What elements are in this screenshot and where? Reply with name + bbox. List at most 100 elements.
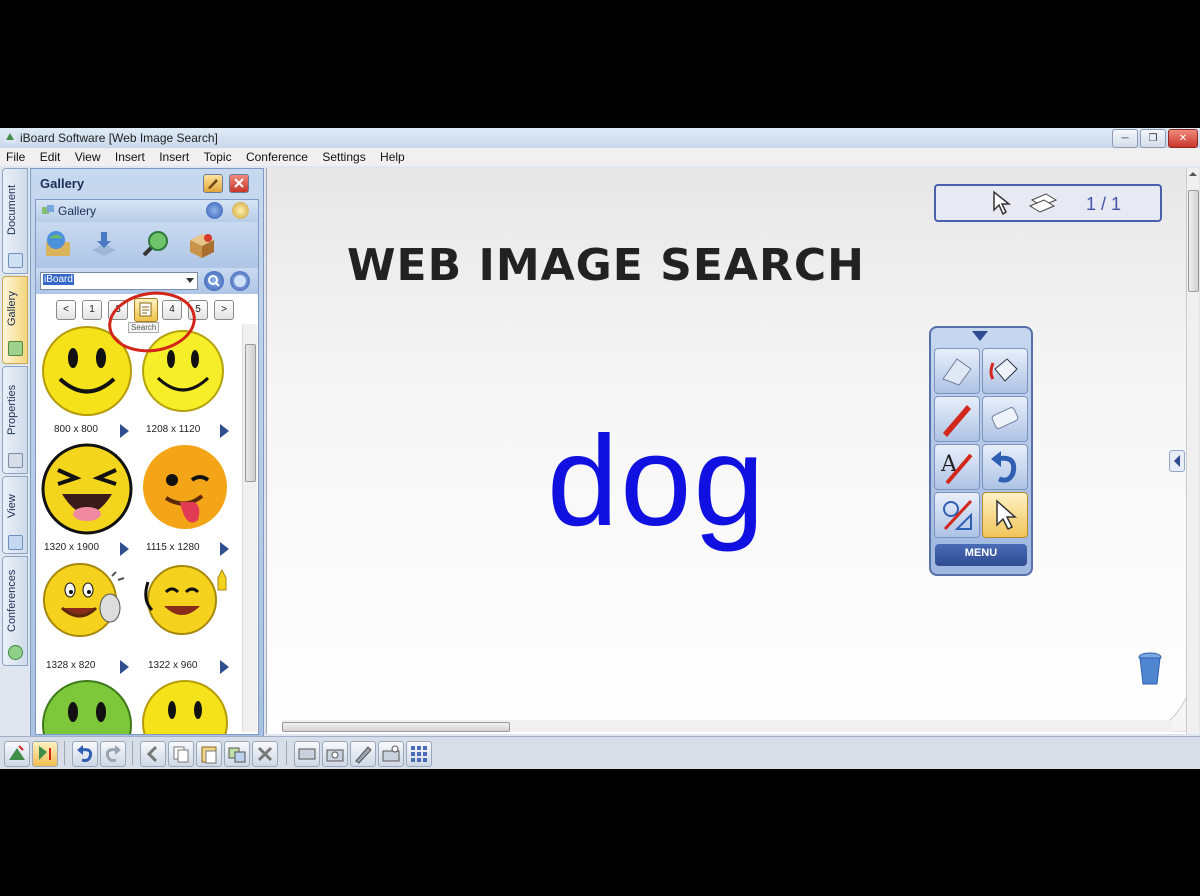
previous-page-button[interactable] [140,741,166,767]
search-button[interactable] [204,271,224,291]
pager-next-button[interactable]: > [214,300,234,320]
canvas-hscroll-thumb[interactable] [282,722,510,732]
menu-topic[interactable]: Topic [198,148,237,164]
web-search-icon[interactable] [140,228,172,260]
restore-button[interactable]: ❐ [1140,129,1166,148]
search-row: iBoard [36,268,258,294]
text-pen-icon: A [940,452,973,485]
page-one-button[interactable] [32,741,58,767]
copy-icon [173,746,189,763]
thumbnail-size: 1115 x 1280 [146,542,200,553]
gallery-scrollbar-thumb[interactable] [245,344,256,482]
pager-page-1[interactable]: 1 [82,300,102,320]
menu-bar: File Edit View Insert Insert Topic Confe… [0,148,1200,166]
paste-button[interactable] [196,741,222,767]
grid-view-button[interactable] [406,741,432,767]
restore-icon: ❐ [1148,133,1158,144]
play-arrow-icon[interactable] [220,542,229,556]
pin-button[interactable] [203,174,223,193]
play-arrow-icon[interactable] [120,660,129,674]
collapse-panel-button[interactable] [1169,450,1185,472]
canvas-scrollbar-thumb[interactable] [1188,190,1199,292]
pages-icon[interactable] [1026,192,1060,214]
canvas-vertical-scrollbar[interactable] [1186,168,1199,734]
tab-document-label: Document [6,184,18,236]
undo-button[interactable] [72,741,98,767]
redo-icon [105,745,121,763]
undo-icon [991,451,1017,483]
thumbnail-item[interactable]: 1328 x 820 [40,560,140,676]
menu-help[interactable]: Help [374,148,410,164]
tab-gallery[interactable]: Gallery [2,276,28,364]
delete-button[interactable] [252,741,278,767]
play-arrow-icon[interactable] [220,660,229,674]
annotate-button[interactable] [350,741,376,767]
web-globe-button[interactable] [230,271,250,291]
close-button[interactable]: ✕ [1168,129,1198,148]
play-arrow-icon[interactable] [220,424,229,438]
tab-conferences[interactable]: Conferences [2,556,28,666]
box-icon[interactable] [186,228,218,260]
fill-tool[interactable] [982,348,1028,394]
tab-properties[interactable]: Properties [2,366,28,474]
undo-tool[interactable] [982,444,1028,490]
new-page-icon [9,745,25,760]
toolbox-menu-button[interactable]: MENU [935,544,1027,566]
menu-conference[interactable]: Conference [240,148,313,164]
chevron-down-icon[interactable] [186,278,194,283]
page-number-icon [39,746,51,760]
document-icon [8,253,23,268]
redo-button[interactable] [100,741,126,767]
menu-insert[interactable]: Insert [109,148,150,164]
tab-view[interactable]: View [2,476,28,554]
new-page-button[interactable] [4,741,30,767]
pen-tool[interactable] [934,396,980,442]
canvas-horizontal-scrollbar[interactable] [282,720,1172,732]
thumbnail-item[interactable] [140,678,240,734]
gallery-scrollbar[interactable] [242,324,257,732]
capture-button[interactable] [322,741,348,767]
window-title: iBoard Software [Web Image Search] [20,131,218,145]
thumbnail-size: 1208 x 1120 [146,424,201,435]
thumbnail-item[interactable]: 1320 x 1900 [40,442,140,558]
menu-settings[interactable]: Settings [316,148,370,164]
pager-prev-button[interactable]: < [56,300,76,320]
highlighter-tool[interactable] [982,396,1028,442]
play-arrow-icon[interactable] [120,424,129,438]
duplicate-button[interactable] [224,741,250,767]
tab-view-label: View [6,494,18,518]
close-panel-button[interactable] [229,174,249,193]
gallery-icon [8,341,23,356]
thumbnail-item[interactable]: 1115 x 1280 [140,442,240,558]
toolbar-separator [286,741,287,765]
globe-folder-icon[interactable] [42,228,74,260]
tab-document[interactable]: Document [2,168,28,274]
scroll-up-icon[interactable] [1187,168,1199,180]
copy-button[interactable] [168,741,194,767]
trash-icon[interactable] [1137,652,1163,686]
conferences-icon [8,645,23,660]
select-tool[interactable] [982,492,1028,538]
shape-tool[interactable] [934,492,980,538]
tab-properties-label: Properties [6,384,18,436]
menu-file[interactable]: File [0,148,30,164]
play-arrow-icon[interactable] [120,542,129,556]
spotlight-button[interactable] [378,741,404,767]
search-input-selected-text: iBoard [43,274,74,285]
minimize-button[interactable]: ─ [1112,129,1138,148]
text-tool[interactable]: A [934,444,980,490]
settings-button[interactable] [232,202,249,219]
title-bar: iBoard Software [Web Image Search] ─ ❐ ✕ [0,128,1200,149]
thumbnail-item[interactable] [40,678,140,734]
globe-button[interactable] [206,202,223,219]
pointer-icon[interactable] [990,190,1012,216]
menu-edit[interactable]: Edit [34,148,66,164]
download-tray-icon[interactable] [88,228,120,260]
screen-button[interactable] [294,741,320,767]
eraser-tool[interactable] [934,348,980,394]
chevron-down-icon[interactable] [972,331,988,341]
menu-view[interactable]: View [69,148,106,164]
whiteboard-canvas[interactable]: 1 / 1 WEB IMAGE SEARCH dog A MENU [266,168,1187,734]
menu-insert-2[interactable]: Insert [153,148,194,164]
thumbnail-item[interactable]: 1322 x 960 [140,560,240,676]
